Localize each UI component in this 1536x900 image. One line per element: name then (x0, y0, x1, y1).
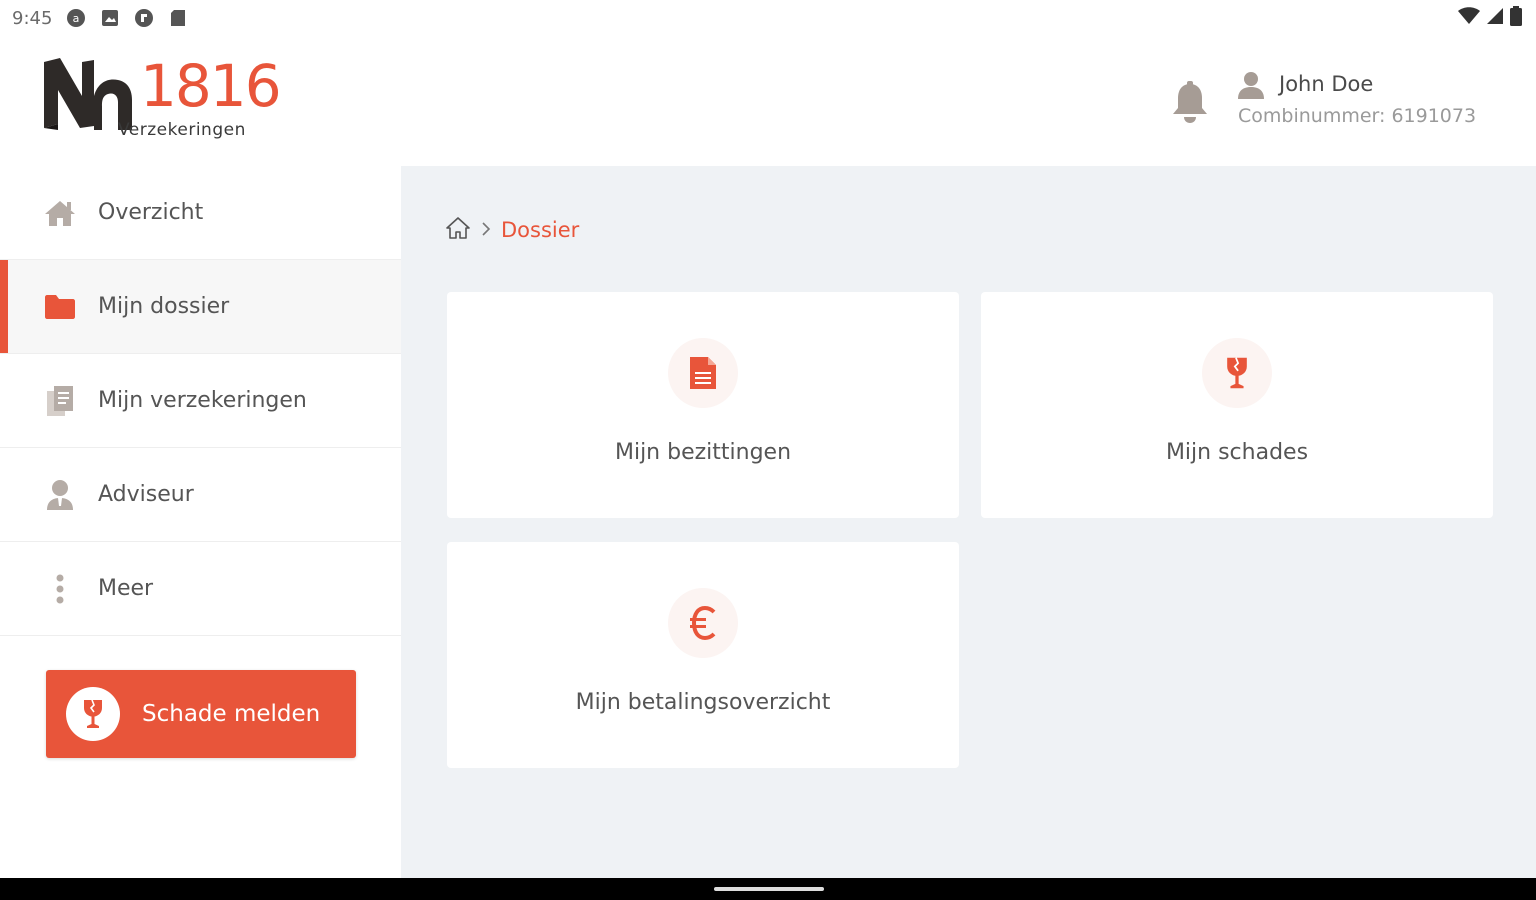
sidebar-item-adviseur[interactable]: Adviseur (0, 448, 401, 542)
logo-subtitle: Verzekeringen (118, 120, 246, 140)
sidebar-item-label: Meer (98, 576, 154, 601)
breadcrumb: Dossier (445, 216, 579, 244)
battery-icon (1510, 6, 1522, 30)
user-icon (1236, 70, 1266, 100)
signal-icon (1486, 7, 1504, 29)
card-label: Mijn bezittingen (614, 440, 792, 465)
breadcrumb-current: Dossier (501, 218, 580, 242)
wifi-icon (1458, 7, 1480, 29)
chevron-right-icon (481, 221, 491, 240)
sidebar-item-label: Mijn verzekeringen (98, 388, 307, 413)
sidebar-item-mijn-dossier[interactable]: Mijn dossier (0, 260, 401, 354)
sidebar-item-overzicht[interactable]: Overzicht (0, 166, 401, 260)
system-nav-bar (0, 878, 1536, 900)
euro-icon (668, 588, 738, 658)
sidebar-item-meer[interactable]: Meer (0, 542, 401, 636)
card-mijn-bezittingen[interactable]: Mijn bezittingen (447, 292, 959, 518)
nh1816-logo: 1816 Verzekeringen (42, 52, 282, 146)
card-mijn-schades[interactable]: Mijn schades (981, 292, 1493, 518)
more-vertical-icon (44, 573, 76, 605)
svg-text:a: a (73, 12, 80, 25)
card-label: Mijn betalingsoverzicht (575, 690, 831, 715)
sidebar-item-label: Mijn dossier (98, 294, 230, 319)
schade-melden-button[interactable]: Schade melden (46, 670, 356, 758)
app-notification-icon: a (66, 8, 86, 28)
document-icon (668, 338, 738, 408)
sidebar: Overzicht Mijn dossier Mijn verzekeringe… (0, 166, 401, 878)
schade-melden-label: Schade melden (142, 701, 321, 727)
sidebar-item-mijn-verzekeringen[interactable]: Mijn verzekeringen (0, 354, 401, 448)
card-label: Mijn schades (1165, 440, 1309, 465)
sidebar-item-label: Overzicht (98, 200, 204, 225)
user-combinummer: Combinummer: 6191073 (1238, 105, 1477, 127)
sidebar-item-label: Adviseur (98, 482, 194, 507)
documents-icon (44, 385, 76, 417)
app-screen: 9:45 a 1816 Verzekeringen John Doe Combi… (0, 0, 1536, 900)
advisor-icon (44, 479, 76, 511)
status-bar: 9:45 a (0, 0, 1536, 36)
card-mijn-betalingsoverzicht[interactable]: Mijn betalingsoverzicht (447, 542, 959, 768)
image-notification-icon (100, 8, 120, 28)
status-time: 9:45 (12, 7, 53, 29)
home-icon (44, 197, 76, 229)
user-name: John Doe (1279, 72, 1374, 96)
sd-card-icon (168, 8, 188, 28)
folder-icon (44, 291, 76, 323)
logo-number: 1816 (140, 52, 282, 120)
app-header: 1816 Verzekeringen John Doe Combinummer:… (0, 36, 1536, 166)
broken-glass-icon (1202, 338, 1272, 408)
home-outline-icon[interactable] (445, 216, 471, 244)
app-notification-icon (134, 8, 154, 28)
home-gesture-handle[interactable] (714, 887, 824, 891)
bell-icon[interactable] (1170, 80, 1210, 124)
broken-glass-icon (66, 687, 120, 741)
main-content: Dossier Mijn bezittingen Mijn schades Mi… (401, 166, 1536, 878)
